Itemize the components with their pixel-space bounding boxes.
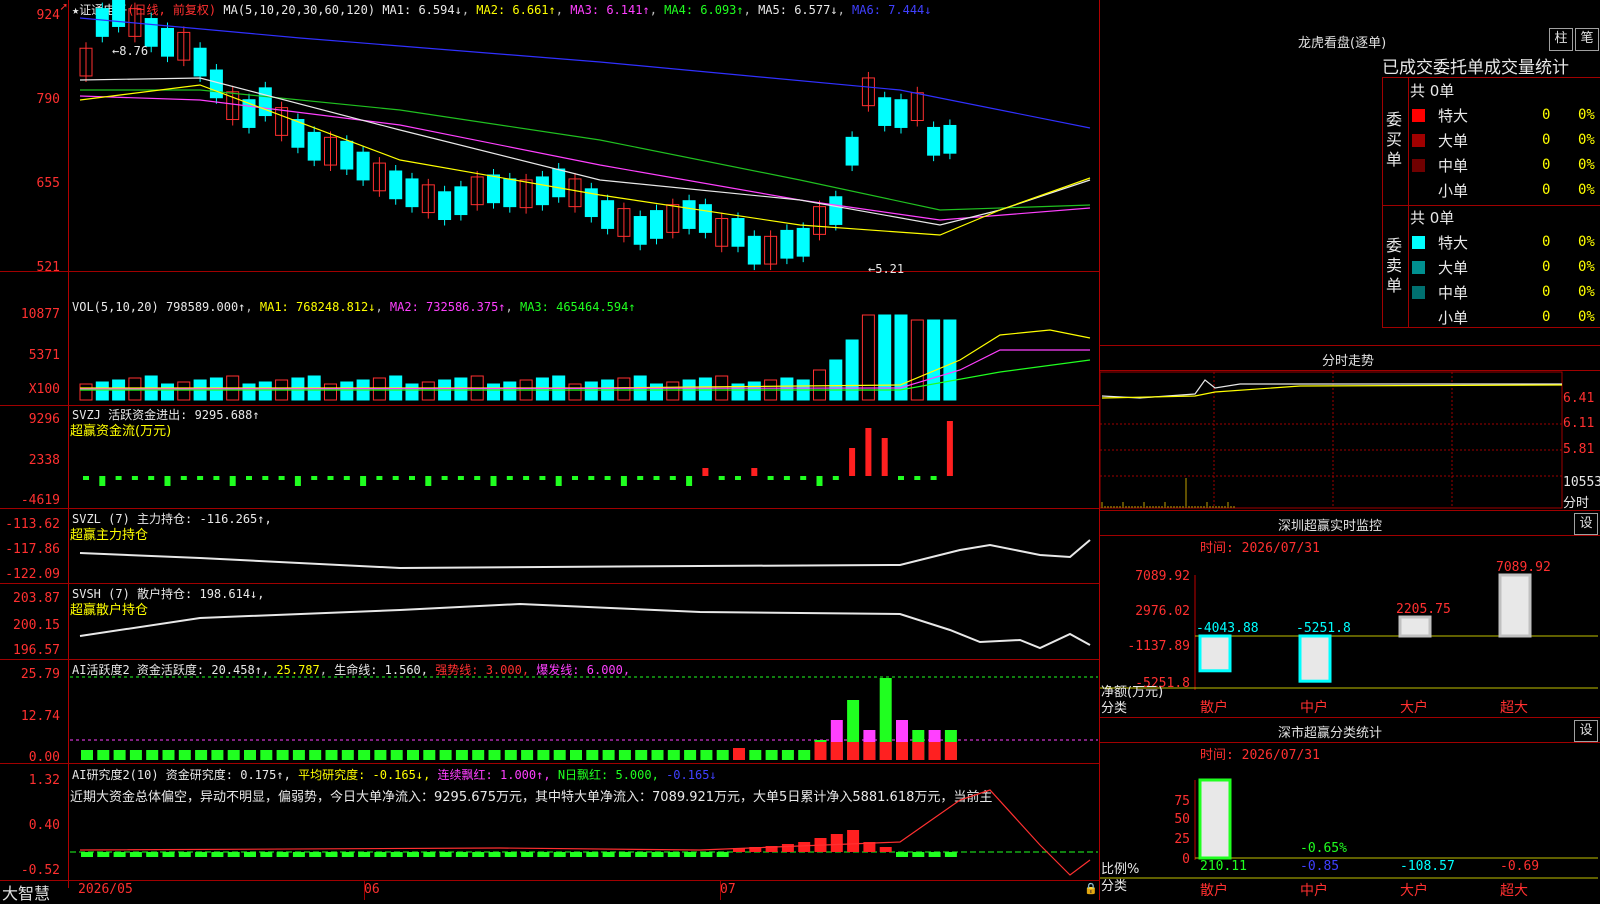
class-value: -108.57 [1400, 859, 1455, 874]
class-value: -0.85 [1300, 859, 1339, 874]
class-value: 210.11 [1200, 859, 1247, 874]
class-tick: 75 [1174, 794, 1190, 809]
class-tick: 50 [1174, 812, 1190, 827]
class-category: 超大 [1500, 883, 1528, 899]
class-category: 大户 [1400, 882, 1428, 899]
class-category: 散户 [1200, 882, 1228, 899]
class-tick: 0 [1182, 852, 1190, 867]
class-bar [1198, 778, 1232, 860]
class-value: -0.69 [1500, 859, 1539, 874]
class-pct-label: -0.65% [1300, 841, 1347, 856]
class-chart[interactable]: 75 50 25 0 -0.65% 210.11 散户 -0.85 中户 -108.57 大户 -0.… [0, 0, 1600, 900]
class-cat-label: 分类 [1101, 879, 1128, 894]
class-category: 中户 [1300, 882, 1328, 899]
class-tick: 25 [1174, 832, 1190, 847]
